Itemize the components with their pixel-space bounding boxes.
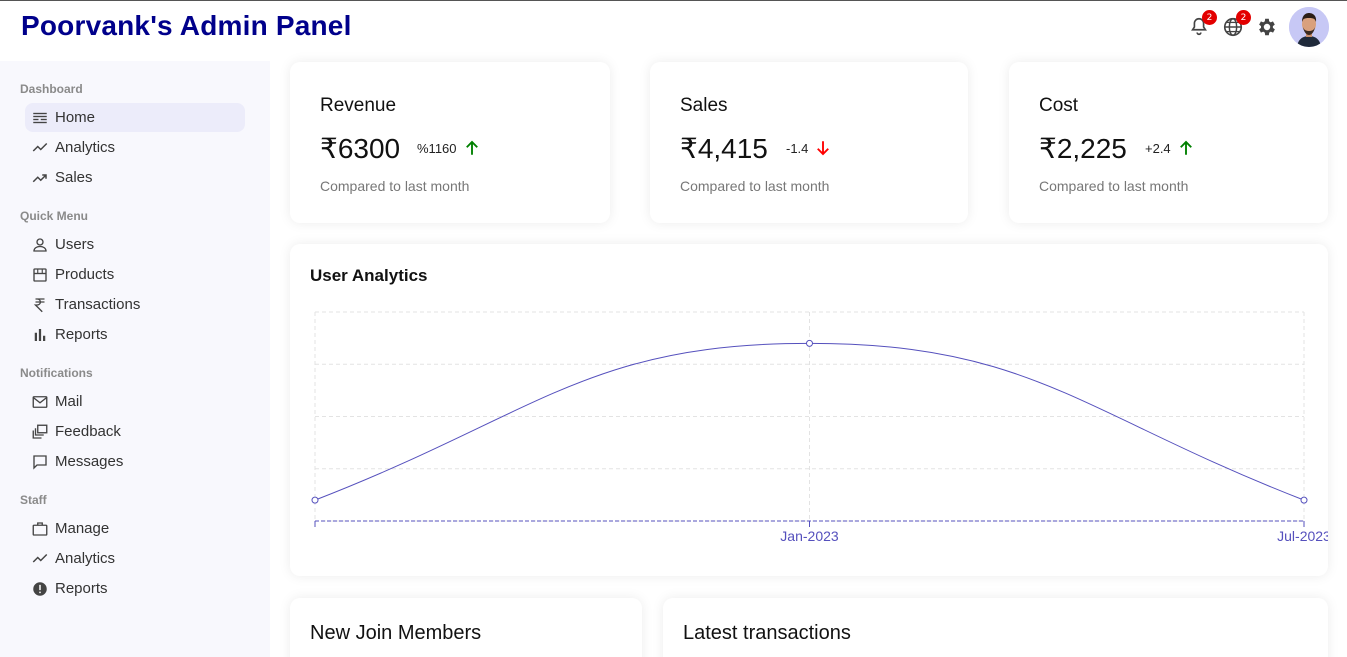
trending-up-icon (32, 142, 48, 152)
sidebar-item-label: Manage (55, 520, 110, 537)
arrow-up-icon (1179, 140, 1192, 155)
featured-rate: %1160 (417, 139, 481, 157)
notifications-button[interactable]: 2 (1187, 10, 1217, 39)
rupee-icon (33, 297, 45, 312)
storefront-icon (33, 267, 47, 282)
sidebar-item-users[interactable]: Users (25, 230, 245, 259)
featured-sub: Compared to last month (680, 178, 830, 194)
featured-rate-value: %1160 (417, 140, 457, 156)
sidebar-section-staff: Staff (20, 493, 47, 507)
featured-money: ₹6300 (320, 133, 401, 164)
featured-card-cost: Cost ₹2,225 +2.4 Compared to last month (1009, 62, 1328, 223)
sidebar-item-messages[interactable]: Messages (25, 447, 245, 476)
sidebar-item-label: Reports (55, 326, 108, 343)
topbar: Poorvank's Admin Panel 2 2 (0, 0, 1347, 56)
sidebar-item-manage[interactable]: Manage (25, 514, 245, 543)
sidebar-item-label: Products (55, 266, 115, 283)
sidebar-item-transactions[interactable]: Transactions (25, 290, 245, 319)
sidebar-item-label: Users (55, 236, 95, 253)
data-point (1300, 496, 1308, 504)
language-button[interactable]: 2 (1221, 10, 1251, 39)
sidebar-item-staff-analytics[interactable]: Analytics (25, 544, 245, 573)
user-analytics-card: User Analytics Jan-2023 Jul-2023 (290, 244, 1328, 576)
x-tick-label: Jan-2023 (780, 528, 839, 544)
sidebar-item-sales[interactable]: Sales (25, 163, 245, 192)
arrow-down-icon (817, 141, 830, 156)
sidebar-item-label: Analytics (55, 550, 116, 567)
dynamic-feed-icon (32, 424, 48, 439)
sidebar-item-mail[interactable]: Mail (25, 387, 245, 416)
sidebar-section-quick-menu: Quick Menu (20, 209, 89, 223)
sidebar-item-label: Sales (55, 169, 93, 186)
data-point (311, 496, 319, 504)
settings-button[interactable] (1255, 15, 1279, 39)
sidebar-section-notifications: Notifications (20, 366, 93, 380)
featured-rate-value: +2.4 (1145, 140, 1171, 156)
notifications-badge: 2 (1202, 10, 1217, 25)
person-icon (33, 237, 47, 252)
sidebar-item-staff-reports[interactable]: Reports (25, 574, 245, 603)
avatar-image (1289, 7, 1329, 47)
data-point (806, 339, 813, 347)
sidebar-item-label: Messages (55, 453, 124, 470)
sidebar-section-dashboard: Dashboard (20, 82, 83, 96)
featured-rate: +2.4 (1145, 139, 1195, 157)
featured-rate-value: -1.4 (786, 140, 809, 156)
language-badge: 2 (1236, 10, 1251, 25)
gear-icon (1259, 18, 1275, 36)
widget-title: New Join Members (310, 622, 482, 644)
bar-chart-icon (34, 328, 46, 341)
new-members-widget: New Join Members (290, 598, 642, 657)
featured-card-revenue: Revenue ₹6300 %1160 Compared to last mon… (290, 62, 610, 223)
featured-title: Revenue (320, 95, 397, 116)
arrow-up-icon (465, 140, 478, 155)
sidebar: Dashboard Home Analytics Sales Quick Men… (0, 61, 270, 657)
widget-title: Latest transactions (683, 622, 851, 644)
featured-title: Sales (680, 95, 728, 116)
featured-sub: Compared to last month (1039, 178, 1189, 194)
topbar-icons: 2 2 (1187, 7, 1329, 47)
featured-rate: -1.4 (786, 139, 832, 157)
mail-icon (32, 395, 48, 408)
sidebar-item-analytics[interactable]: Analytics (25, 133, 245, 162)
work-icon (32, 521, 48, 536)
sidebar-item-reports[interactable]: Reports (25, 320, 245, 349)
sidebar-item-label: Analytics (55, 139, 116, 156)
featured-sub: Compared to last month (320, 178, 470, 194)
sidebar-item-products[interactable]: Products (25, 260, 245, 289)
sidebar-item-label: Transactions (55, 296, 141, 313)
timeline-icon (33, 112, 47, 123)
latest-transactions-widget: Latest transactions (663, 598, 1328, 657)
featured-money: ₹2,225 (1039, 133, 1127, 164)
sidebar-item-label: Home (55, 109, 96, 126)
x-tick-label: Jul-2023 (1277, 528, 1328, 544)
report-icon (33, 581, 47, 596)
sidebar-item-home[interactable]: Home (25, 103, 245, 132)
app-title: Poorvank's Admin Panel (21, 10, 352, 41)
trending-up-icon (32, 173, 47, 182)
featured-money: ₹4,415 (680, 133, 768, 164)
sidebar-item-label: Reports (55, 580, 108, 597)
sidebar-item-feedback[interactable]: Feedback (25, 417, 245, 446)
featured-title: Cost (1039, 95, 1079, 116)
featured-card-sales: Sales ₹4,415 -1.4 Compared to last month (650, 62, 968, 223)
timeline-icon (32, 553, 48, 563)
user-analytics-chart: Jan-2023 Jul-2023 (311, 311, 1328, 544)
avatar[interactable] (1289, 7, 1329, 47)
chat-bubble-icon (33, 454, 47, 470)
sidebar-item-label: Feedback (55, 423, 121, 440)
sidebar-item-label: Mail (55, 393, 83, 410)
